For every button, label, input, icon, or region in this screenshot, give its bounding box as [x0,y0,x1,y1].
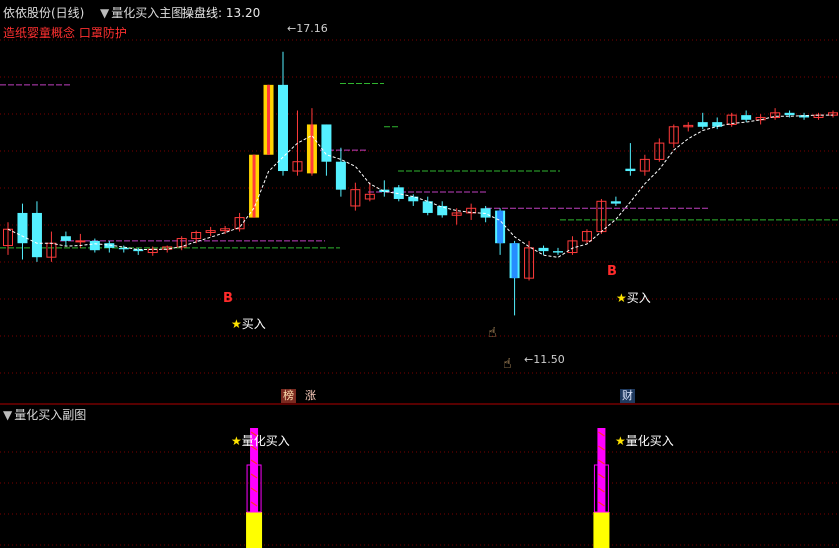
signal-bar [511,243,518,279]
candle-body [31,212,42,258]
line-label: 操盘线: [182,6,223,20]
candle-body [538,247,549,252]
candle-body [480,208,491,218]
signal-bar [497,210,504,244]
candle-body [625,168,636,172]
ma-line [7,114,833,258]
candlestick-series [3,51,838,316]
buy-signal-1: ★买入 [231,317,266,331]
volume-bar [593,512,610,548]
stock-title: 依依股份(日线) [3,6,85,20]
price-high-label: ←17.16 [287,22,328,35]
star-icon: ★ [231,434,242,448]
candle-body [75,240,86,243]
tag-finance[interactable]: 财 [620,389,635,403]
sub-indicator-selector[interactable]: ▼ 量化买入副图 [3,406,86,423]
candle-body [278,84,288,172]
volume-bar [246,512,263,548]
candle-body [697,122,708,127]
candle-body [118,247,129,250]
sub-chart-bars [246,428,610,548]
b-signal-2: B [607,264,617,279]
candle-body [104,243,115,248]
line-readout: 操盘线: 13.20 [182,4,260,21]
candle-body [335,161,346,190]
candle-body [741,115,752,120]
candle-body [17,212,28,244]
candle-body [784,112,795,116]
buy-signal-2: ★买入 [616,291,651,305]
indicator-lines [0,82,839,249]
star-icon: ★ [616,291,627,305]
sub-buy-signal-2: ★量化买入 [615,434,674,448]
candle-stripe [267,84,271,155]
candle-body [553,251,563,253]
main-chart-grid [0,39,839,374]
b-signal-1: B [223,291,233,306]
candle-stripe [310,124,314,174]
candle-body [610,201,621,204]
kline-chart[interactable] [0,0,839,548]
indicator-name: 量化买入主图 [111,6,184,20]
concept-tags: 造纸婴童概念 口罩防护 [3,26,127,40]
candle-body [393,187,404,199]
price-low-label: ←11.50 [524,353,565,366]
star-icon: ★ [615,434,626,448]
chevron-down-icon: ▼ [3,408,13,422]
hand-pointer-icon: ☝ [503,356,512,372]
star-icon: ★ [231,317,242,331]
hand-pointer-icon: ☝ [488,325,497,341]
chevron-down-icon: ▼ [100,6,110,20]
sub-buy-signal-1: ★量化买入 [231,434,290,448]
indicator-selector[interactable]: ▼ 量化买入主图 [100,4,183,21]
tag-rank[interactable]: 榜 [281,389,296,403]
line-value: 13.20 [225,6,261,20]
signal-bar [597,428,606,512]
tag-rise[interactable]: 涨 [303,389,318,403]
candle-body [60,236,71,241]
candle-stripe [252,154,256,218]
candle-body [89,240,100,251]
candle-body [437,205,448,216]
sub-chart-grid [0,451,839,546]
sub-chart-title: 量化买入副图 [14,408,87,422]
